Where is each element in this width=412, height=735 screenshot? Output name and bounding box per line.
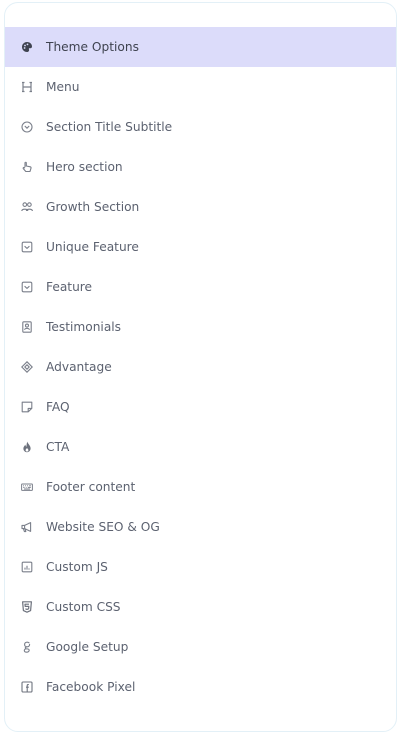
sidebar-item-growth-section[interactable]: Growth Section — [5, 187, 396, 227]
chevron-circle-icon — [19, 119, 35, 135]
sidebar-item-feature[interactable]: Feature — [5, 267, 396, 307]
sidebar-item-label: Custom CSS — [46, 600, 121, 614]
facebook-icon — [19, 679, 35, 695]
sidebar-item-label: Hero section — [46, 160, 123, 174]
note-icon — [19, 399, 35, 415]
sidebar-item-label: Testimonials — [46, 320, 122, 334]
checkbox-icon — [19, 239, 35, 255]
checkbox-icon — [19, 279, 35, 295]
theme-options-sidebar: Theme Options Menu Section Title Subtitl… — [4, 2, 397, 732]
css-shield-icon — [19, 599, 35, 615]
sidebar-item-hero-section[interactable]: Hero section — [5, 147, 396, 187]
sidebar-item-label: Menu — [46, 80, 80, 94]
sidebar-item-unique-feature[interactable]: Unique Feature — [5, 227, 396, 267]
heading-icon — [19, 79, 35, 95]
sidebar-item-label: Growth Section — [46, 200, 140, 214]
megaphone-icon — [19, 519, 35, 535]
sidebar-item-advantage[interactable]: Advantage — [5, 347, 396, 387]
sidebar-item-label: Facebook Pixel — [46, 680, 136, 694]
sidebar-item-website-seo-og[interactable]: Website SEO & OG — [5, 507, 396, 547]
sidebar-item-custom-css[interactable]: Custom CSS — [5, 587, 396, 627]
sidebar-item-label: Feature — [46, 280, 93, 294]
sidebar-item-label: Footer content — [46, 480, 136, 494]
sidebar-item-testimonials[interactable]: Testimonials — [5, 307, 396, 347]
sidebar-item-label: CTA — [46, 440, 70, 454]
diamond-icon — [19, 359, 35, 375]
sidebar-item-footer-content[interactable]: Footer content — [5, 467, 396, 507]
sidebar-item-label: Theme Options — [46, 40, 139, 54]
sidebar-item-label: Unique Feature — [46, 240, 139, 254]
sidebar-item-google-setup[interactable]: Google Setup — [5, 627, 396, 667]
sidebar-item-label: Custom JS — [46, 560, 108, 574]
sidebar-item-cta[interactable]: CTA — [5, 427, 396, 467]
sidebar-nav: Theme Options Menu Section Title Subtitl… — [5, 27, 396, 707]
sidebar-item-label: Advantage — [46, 360, 112, 374]
sidebar-item-label: Website SEO & OG — [46, 520, 160, 534]
flame-icon — [19, 439, 35, 455]
chart-box-icon — [19, 559, 35, 575]
sidebar-item-faq[interactable]: FAQ — [5, 387, 396, 427]
sidebar-item-section-title-subtitle[interactable]: Section Title Subtitle — [5, 107, 396, 147]
sidebar-item-menu[interactable]: Menu — [5, 67, 396, 107]
sidebar-item-label: Section Title Subtitle — [46, 120, 173, 134]
sidebar-item-label: FAQ — [46, 400, 70, 414]
contact-card-icon — [19, 319, 35, 335]
sidebar-item-theme-options[interactable]: Theme Options — [5, 27, 396, 67]
keyboard-icon — [19, 479, 35, 495]
sidebar-item-custom-js[interactable]: Custom JS — [5, 547, 396, 587]
pointer-hand-icon — [19, 159, 35, 175]
palette-icon — [19, 39, 35, 55]
sidebar-item-facebook-pixel[interactable]: Facebook Pixel — [5, 667, 396, 707]
sidebar-item-label: Google Setup — [46, 640, 129, 654]
google-g-icon — [19, 639, 35, 655]
users-icon — [19, 199, 35, 215]
